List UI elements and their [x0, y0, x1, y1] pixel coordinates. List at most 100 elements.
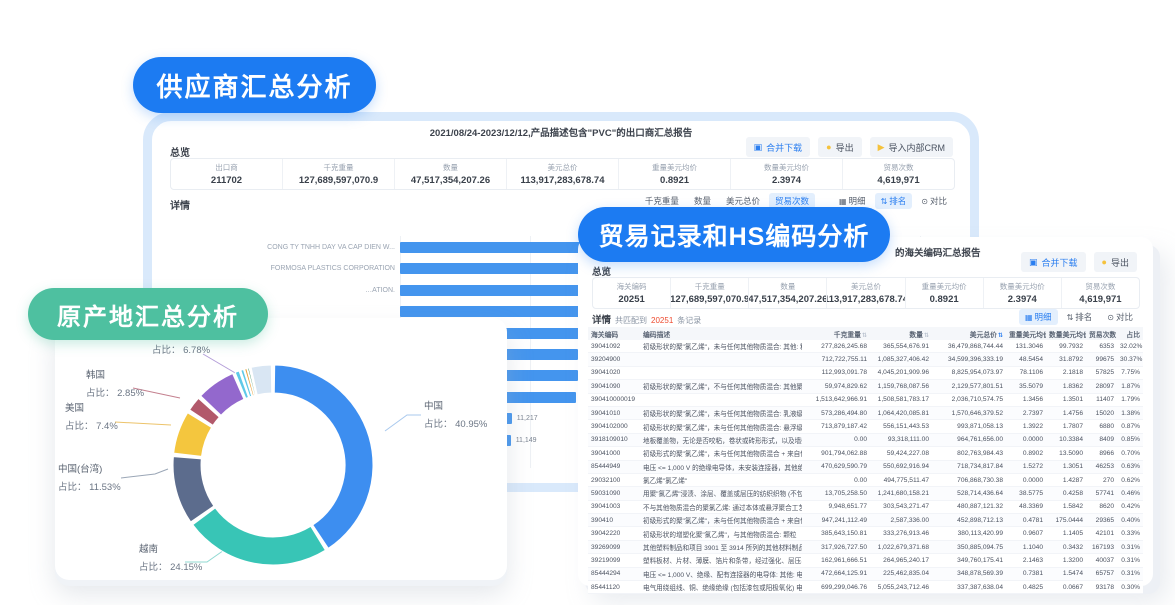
number-cell: 30.37%: [1117, 353, 1143, 366]
number-cell: 99.7932: [1046, 340, 1086, 353]
summary-metric-label: 数量: [780, 281, 795, 292]
number-cell: 1.3922: [1006, 420, 1046, 433]
number-cell: 699,299,046.76: [802, 581, 870, 594]
table-header-cell[interactable]: 美元总价⇅: [932, 327, 1006, 340]
number-cell: 1.3200: [1046, 554, 1086, 567]
number-cell: 0.87%: [1117, 420, 1143, 433]
donut-label-678: 占比： 6.78%: [152, 346, 210, 356]
table-row[interactable]: 39041090初级形状的聚"氯乙烯"，不与任何其他物质混合: 其他聚 (氯乙烯…: [588, 380, 1143, 393]
number-cell: 713,879,187.42: [802, 420, 870, 433]
table-header-cell[interactable]: 贸易次数⇅: [1086, 327, 1117, 340]
table-row[interactable]: 390410初级形式的聚"氯乙烯"，未与任何其他物质混合 + 来自供外销包装 +…: [588, 514, 1143, 527]
summary-metric: 数量美元均价2.3974: [983, 278, 1061, 308]
summary-stats: 海关编码20251千克重量127,689,597,070.9数量47,517,3…: [592, 277, 1140, 309]
number-cell: 1.3456: [1006, 393, 1046, 406]
export-button[interactable]: ● 导出: [1094, 252, 1137, 272]
hs-code-cell: 39041090: [588, 380, 640, 393]
number-cell: 57825: [1086, 366, 1117, 379]
number-cell: 78.1106: [1006, 366, 1046, 379]
table-row[interactable]: 39041020112,993,091.784,045,201,909.968,…: [588, 366, 1143, 379]
match-suffix: 条记录: [677, 315, 701, 326]
table-header-cell: 占比: [1117, 327, 1143, 340]
number-cell: 0.33%: [1117, 527, 1143, 540]
bar-label: …ATION.: [245, 285, 395, 296]
detail-row: 详情 共匹配到 20251 条记录: [592, 312, 701, 326]
number-cell: 333,276,913.46: [870, 527, 932, 540]
table-header-cell: 数量美元均价: [1046, 327, 1086, 340]
table-row[interactable]: 85444949电压 <= 1,000 V 的绝缘电导体，未安装连接器，其他绝缘…: [588, 460, 1143, 473]
number-cell: 57741: [1086, 487, 1117, 500]
merge-download-button[interactable]: ▣ 合并下载: [1021, 252, 1086, 272]
donut-slice-中国[interactable]: [274, 365, 373, 548]
number-cell: 337,387,638.04: [932, 581, 1006, 594]
number-cell: 0.62%: [1117, 473, 1143, 486]
table-header-cell[interactable]: 数量⇅: [870, 327, 932, 340]
number-cell: 31.8792: [1046, 353, 1086, 366]
table-row[interactable]: 85441120电气用绕组线、铜、绝缘绝缘 (包括漆包或阳极氧化) 电线、电缆 …: [588, 581, 1143, 594]
number-cell: 2.7397: [1006, 406, 1046, 419]
table-row[interactable]: 39042220初级形状的增塑化聚"氯乙烯"，与其他物质混合: 颗粒385,64…: [588, 527, 1143, 540]
donut-slice-中国(台湾)[interactable]: [173, 457, 214, 522]
description-cell: 地板覆盖物，无论是否咬粘，卷状或砖形形式，以及墙壁或天花板覆盖..: [640, 433, 802, 446]
number-cell: 0.0000: [1006, 433, 1046, 446]
table-header-cell: 海关编码: [588, 327, 640, 340]
number-cell: 1.7807: [1046, 420, 1086, 433]
table-row[interactable]: 39041003不与其他物质混合的聚氯乙烯: 通过本体或悬浮聚合工艺获得的聚氯乙…: [588, 500, 1143, 513]
table-header-cell[interactable]: 千克重量⇅: [802, 327, 870, 340]
number-cell: 1,241,680,158.21: [870, 487, 932, 500]
number-cell: 480,887,121.32: [932, 500, 1006, 513]
table-row[interactable]: 39041010初级形状的聚"氯乙烯"，未与任何其他物质混合: 乳液级 PVC …: [588, 406, 1143, 419]
tab-排名[interactable]: ⇅排名: [1061, 309, 1099, 325]
hs-code-cell: 39041003: [588, 500, 640, 513]
table-row[interactable]: 39269099其他塑料制品和项目 3901 至 3914 所列的其他材料制品 …: [588, 540, 1143, 553]
number-cell: 0.30%: [1117, 581, 1143, 594]
number-cell: 550,692,916.94: [870, 460, 932, 473]
sort-icon[interactable]: ⇅: [924, 333, 929, 339]
description-cell: 初级形状的聚"氯乙烯"，未与任何其他物质混合: 乳液级 PVC 树脂/PV..: [640, 406, 802, 419]
summary-metric: 千克重量127,689,597,070.9: [670, 278, 748, 308]
hs-code-cell: 85444949: [588, 460, 640, 473]
summary-metric: 美元总价113,917,283,678.74: [826, 278, 904, 308]
table-row[interactable]: 39219099塑料板材、片材、薄膜、箔片和条带，经过强化、层压、支撑或与其他.…: [588, 554, 1143, 567]
table-row[interactable]: 85444294电压 <= 1,000 V、绝缘、配有连接器的电导体: 其他: …: [588, 567, 1143, 580]
table-row[interactable]: 39041092初级形状的聚"氯乙烯"，未与任何其他物质混合: 其他: 粉末27…: [588, 340, 1143, 353]
table-row[interactable]: 29032100氯乙烯"氯乙烯"0.00494,775,511.47706,86…: [588, 473, 1143, 486]
number-cell: 2.1818: [1046, 366, 1086, 379]
number-cell: 1,085,327,406.42: [870, 353, 932, 366]
table-row[interactable]: 3904102000初级形状的聚"氯乙烯"，未与任何其他物质混合: 悬浮级 PV…: [588, 420, 1143, 433]
number-cell: 59,424,227.08: [870, 447, 932, 460]
table-row[interactable]: 3904100000191,513,642,966.911,508,581,78…: [588, 393, 1143, 406]
tab-明细[interactable]: ▦明细: [1019, 309, 1058, 325]
table-row[interactable]: 39041000初级形式的聚"氯乙烯"，未与任何其他物质混合 + 来自供外销包装…: [588, 447, 1143, 460]
table-row[interactable]: 3918109010地板覆盖物，无论是否咬粘，卷状或砖形形式，以及墙壁或天花板覆…: [588, 433, 1143, 446]
summary-metric-value: 0.8921: [930, 294, 959, 305]
sort-icon[interactable]: ⇅: [862, 333, 867, 339]
number-cell: 131.3046: [1006, 340, 1046, 353]
number-cell: 0.31%: [1117, 554, 1143, 567]
hs-code-cell: 39219099: [588, 554, 640, 567]
number-cell: 277,826,245.68: [802, 340, 870, 353]
summary-metric-value: 2.3974: [1008, 294, 1037, 305]
origin-donut-chart: [55, 318, 507, 580]
number-cell: 349,760,175.41: [932, 554, 1006, 567]
number-cell: 264,965,240.17: [870, 554, 932, 567]
donut-slice-越南[interactable]: [193, 508, 326, 565]
description-cell: [640, 366, 802, 379]
summary-metric-value: 127,689,597,070.9: [670, 294, 748, 305]
number-cell: 270: [1086, 473, 1117, 486]
number-cell: 32.02%: [1117, 340, 1143, 353]
table-header-cell: 重量美元均价: [1006, 327, 1046, 340]
table-row[interactable]: 39204900712,722,755.111,085,327,406.4234…: [588, 353, 1143, 366]
tab-对比[interactable]: ⊙对比: [1101, 309, 1139, 325]
sort-icon[interactable]: ⇅: [998, 333, 1003, 339]
number-cell: 65757: [1086, 567, 1117, 580]
download-icon: ▣: [1029, 258, 1038, 267]
table-row[interactable]: 59031090用聚"氯乙烯"浸渍、涂层、覆盖或层压的纺织织物 (不包括用聚"氯…: [588, 487, 1143, 500]
number-cell: 573,286,494.80: [802, 406, 870, 419]
number-cell: 11407: [1086, 393, 1117, 406]
number-cell: 1.1040: [1006, 540, 1046, 553]
number-cell: 59,974,829.62: [802, 380, 870, 393]
number-cell: 13.5090: [1046, 447, 1086, 460]
number-cell: 4,045,201,909.96: [870, 366, 932, 379]
number-cell: 34,599,396,333.19: [932, 353, 1006, 366]
